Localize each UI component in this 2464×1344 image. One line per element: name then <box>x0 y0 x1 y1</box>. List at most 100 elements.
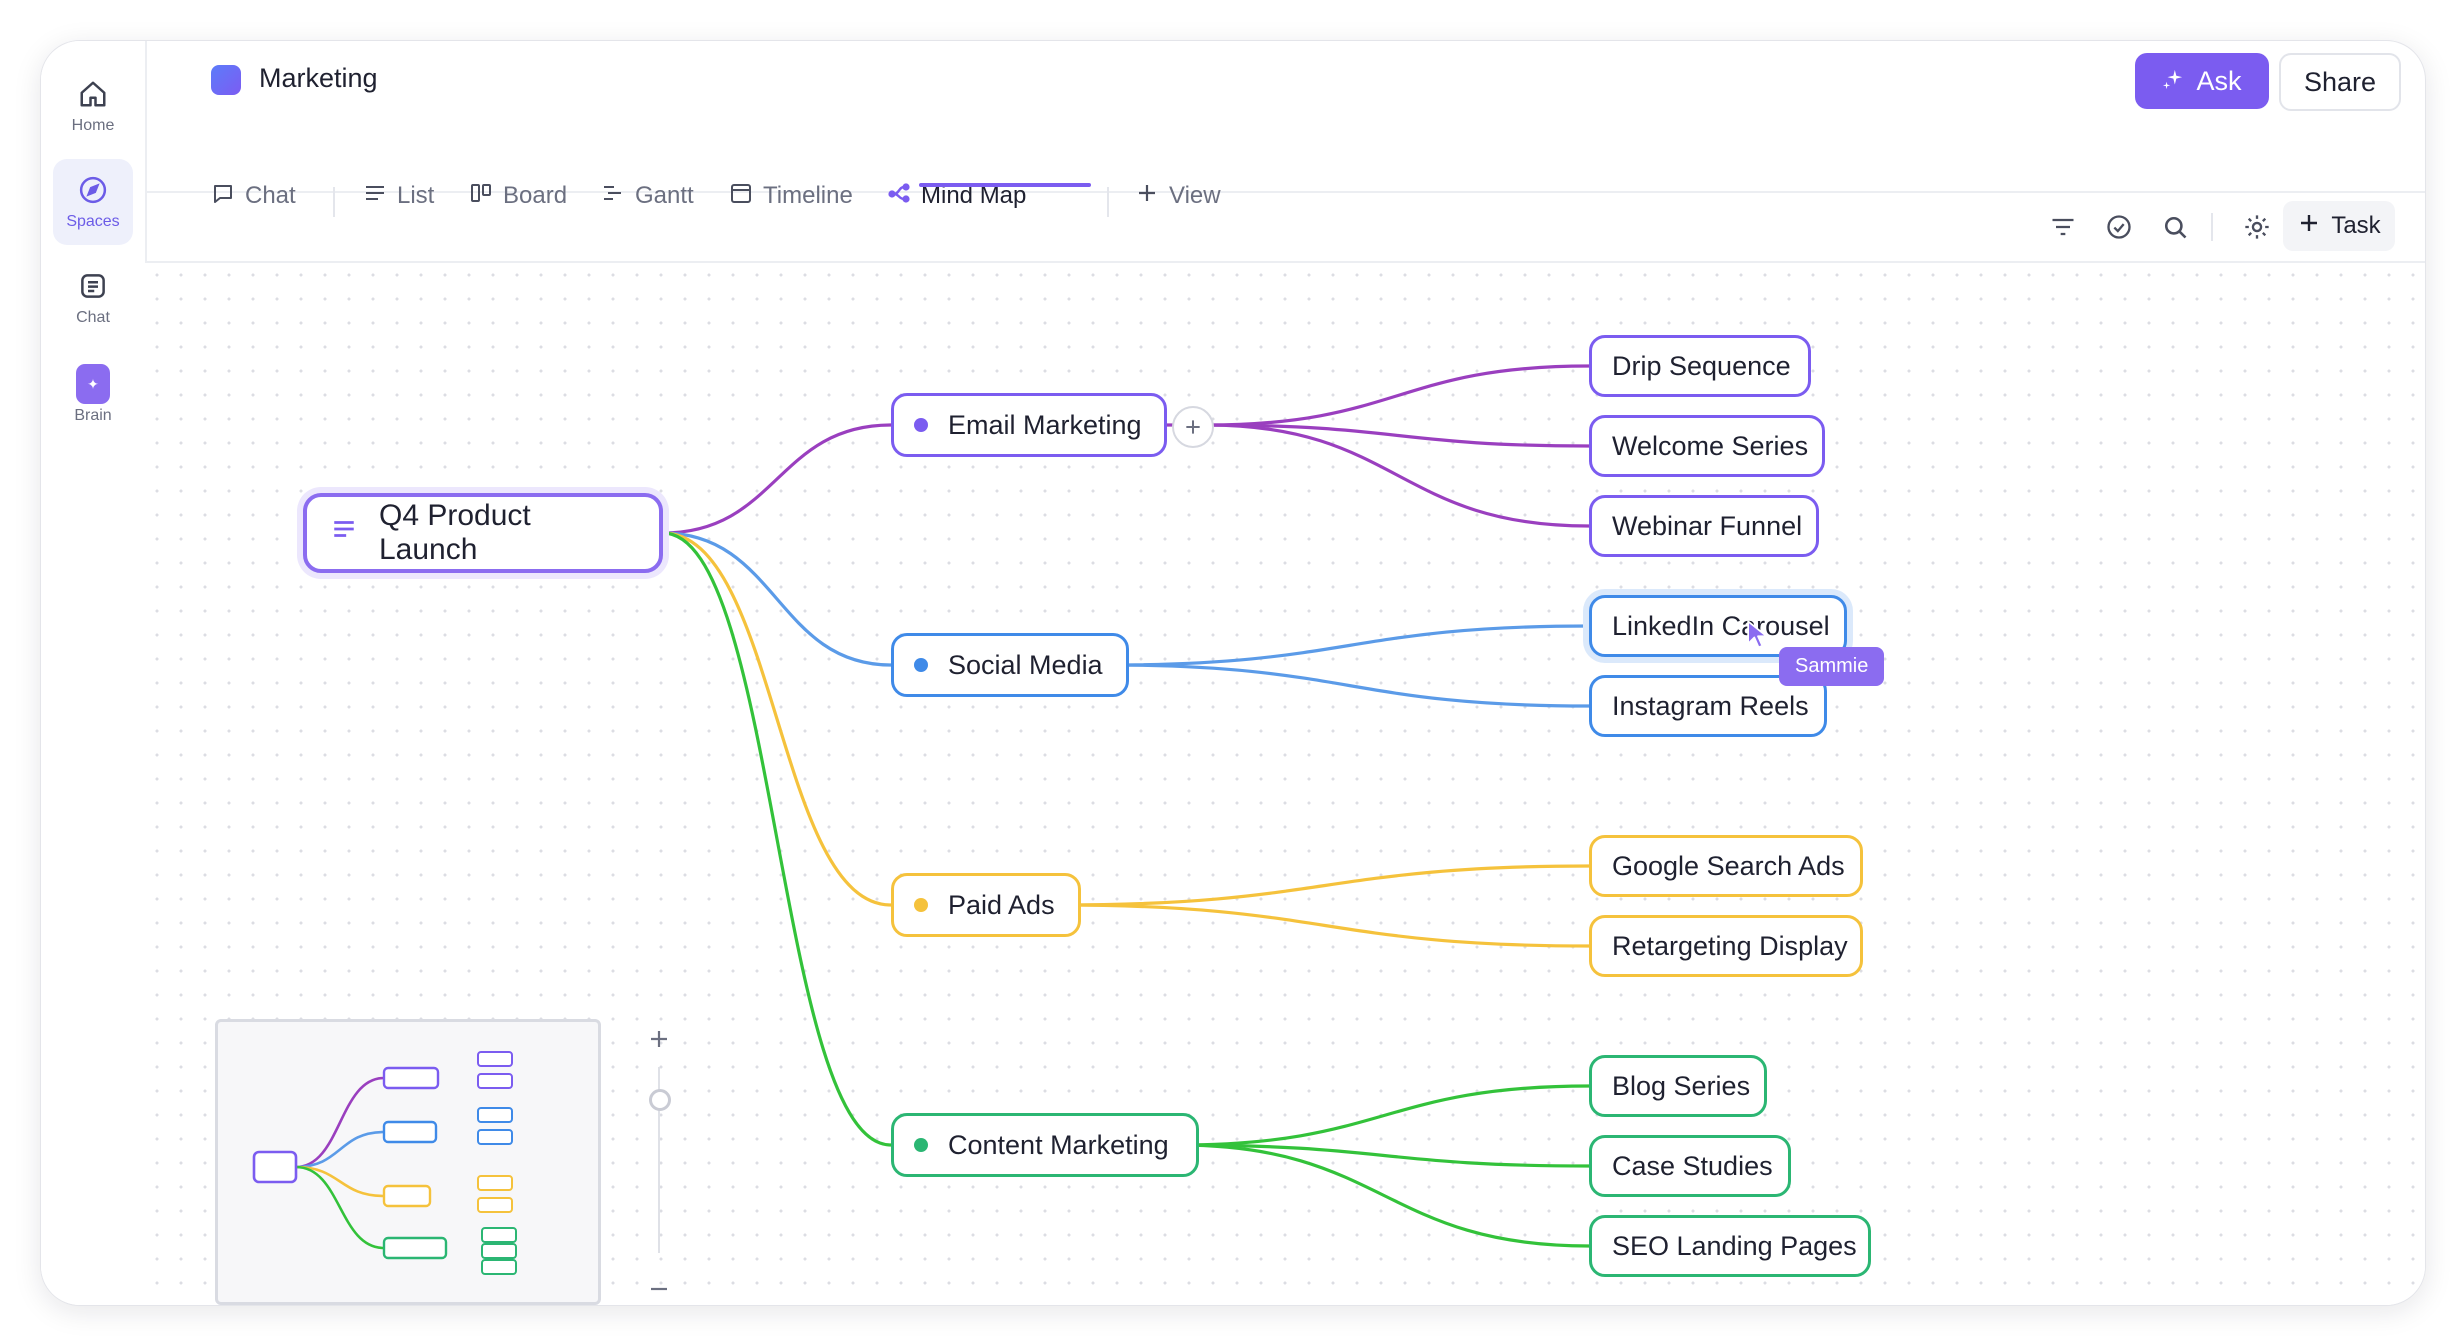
child-node-label: Drip Sequence <box>1612 350 1791 381</box>
child-node-label: Blog Series <box>1612 1070 1751 1101</box>
connector-line <box>1059 903 1591 948</box>
rail-item-chat[interactable]: Chat <box>53 255 133 341</box>
root-node-label: Q4 Product Launch <box>379 499 531 566</box>
branch-color-dot <box>914 898 928 912</box>
collaborator-cursor-icon <box>1745 619 1771 656</box>
zoom-in-button[interactable] <box>639 1019 679 1059</box>
branch-color-dot <box>914 658 928 672</box>
add-task-button[interactable]: Task <box>2283 201 2395 251</box>
minimap-child <box>477 1175 513 1191</box>
branch-color-dot <box>914 1138 928 1152</box>
plus-icon <box>2297 211 2321 242</box>
child-node[interactable]: Blog Series <box>1589 1055 1767 1117</box>
child-node-label: Google Search Ads <box>1612 850 1845 881</box>
connector-line <box>1177 1084 1591 1147</box>
connector-line <box>1177 1143 1591 1248</box>
branch-node[interactable]: Content Marketing <box>891 1113 1199 1177</box>
minimap-child <box>477 1197 513 1213</box>
collaborator-name-tag: Sammie <box>1779 647 1885 686</box>
connector-line <box>661 531 893 1147</box>
app-window: Home Spaces Chat ✦ Brain Marketing Ask S… <box>40 40 2426 1306</box>
minimap-branch <box>382 1236 448 1260</box>
connector-line <box>661 531 893 907</box>
root-node[interactable]: Q4 Product Launch <box>303 493 663 573</box>
rail-item-brain[interactable]: ✦ Brain <box>53 353 133 439</box>
zoom-slider-handle[interactable] <box>649 1089 671 1111</box>
rail-item-home[interactable]: Home <box>53 63 133 149</box>
lines-icon <box>331 516 357 550</box>
ask-button[interactable]: Ask <box>2135 53 2269 109</box>
minimap-branch <box>382 1066 440 1090</box>
connector-line <box>1059 864 1591 907</box>
child-node-label: Welcome Series <box>1612 430 1809 461</box>
sparkle-icon <box>2162 66 2184 97</box>
left-rail: Home Spaces Chat ✦ Brain <box>41 41 147 1305</box>
rail-item-label: Brain <box>74 407 112 424</box>
branch-node[interactable]: Email Marketing <box>891 393 1167 457</box>
connector-line <box>1107 624 1591 667</box>
task-label: Task <box>2331 212 2381 239</box>
home-icon <box>76 77 110 111</box>
minimap-child <box>477 1107 513 1123</box>
mind-map-canvas[interactable]: Q4 Product Launch Email Marketing Drip Seq… <box>145 263 2425 1305</box>
check-circle-icon[interactable] <box>2103 211 2135 243</box>
rail-item-spaces[interactable]: Spaces <box>53 159 133 245</box>
zoom-control <box>639 1019 679 1305</box>
minimap-child <box>481 1259 517 1275</box>
child-node[interactable]: Webinar Funnel <box>1589 495 1819 557</box>
branch-node-label: Paid Ads <box>948 889 1055 920</box>
zoom-out-button[interactable] <box>639 1269 679 1305</box>
branch-node-label: Email Marketing <box>948 409 1142 440</box>
child-node[interactable]: SEO Landing Pages <box>1589 1215 1871 1277</box>
child-node-label: SEO Landing Pages <box>1612 1230 1857 1261</box>
minimap-connector <box>295 1130 385 1169</box>
minimap-connector <box>295 1076 385 1169</box>
space-color-icon <box>211 65 241 95</box>
minimap-preview <box>252 1051 517 1275</box>
plus-icon <box>1186 420 1200 434</box>
branch-node-label: Social Media <box>948 649 1103 680</box>
ask-label: Ask <box>2196 65 2242 96</box>
child-node-label: Retargeting Display <box>1612 930 1848 961</box>
connector-line <box>661 423 893 535</box>
child-node-label: Instagram Reels <box>1612 690 1809 721</box>
compass-icon <box>76 173 110 207</box>
minimap-branch <box>382 1120 438 1144</box>
view-toolbar: Task <box>145 191 2425 263</box>
space-title: Marketing <box>259 63 378 93</box>
connector-line <box>1205 423 1591 528</box>
active-tab-indicator <box>919 183 1091 187</box>
minimap-connector <box>295 1165 385 1250</box>
child-node[interactable]: Retargeting Display <box>1589 915 1863 977</box>
minimap-child <box>481 1243 517 1259</box>
rail-item-label: Chat <box>76 309 110 326</box>
chat-icon <box>76 269 110 303</box>
child-node[interactable]: Drip Sequence <box>1589 335 1811 397</box>
minimap-child <box>477 1129 513 1145</box>
rail-item-label: Home <box>71 117 115 134</box>
search-icon[interactable] <box>2159 211 2191 243</box>
child-node-label: Webinar Funnel <box>1612 510 1803 541</box>
minus-icon <box>651 1287 667 1291</box>
branch-node-label: Content Marketing <box>948 1129 1169 1160</box>
branch-color-dot <box>914 418 928 432</box>
branch-node[interactable]: Paid Ads <box>891 873 1081 937</box>
add-child-button[interactable] <box>1172 406 1214 448</box>
minimap-child <box>481 1227 517 1243</box>
filter-icon[interactable] <box>2047 211 2079 243</box>
minimap-branch <box>382 1184 432 1208</box>
child-node[interactable]: Welcome Series <box>1589 415 1825 477</box>
brain-icon: ✦ <box>76 364 110 404</box>
branch-node[interactable]: Social Media <box>891 633 1129 697</box>
plus-icon <box>651 1031 667 1047</box>
minimap[interactable] <box>215 1019 601 1305</box>
child-node[interactable]: Case Studies <box>1589 1135 1791 1197</box>
share-button[interactable]: Share <box>2279 53 2401 111</box>
child-node[interactable]: Google Search Ads <box>1589 835 1863 897</box>
minimap-root <box>252 1150 298 1184</box>
settings-icon[interactable] <box>2241 211 2273 243</box>
connector-line <box>1205 364 1591 427</box>
minimap-child <box>477 1073 513 1089</box>
child-node-label: Case Studies <box>1612 1150 1773 1181</box>
rail-item-label: Spaces <box>66 213 120 230</box>
